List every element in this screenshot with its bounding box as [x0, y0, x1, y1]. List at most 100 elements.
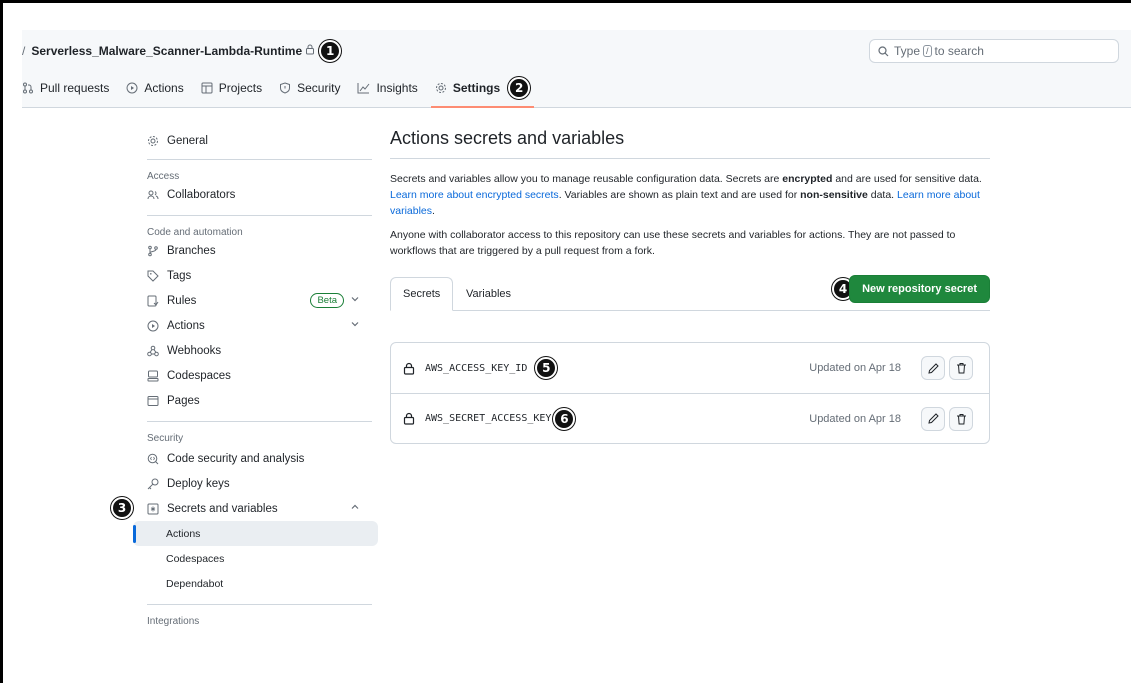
gear-icon	[435, 83, 446, 93]
tab-label: Insights	[376, 81, 418, 95]
trash-icon	[956, 363, 966, 374]
sidebar-divider	[147, 604, 372, 605]
sidebar-item-secrets-and-variables[interactable]: 3 Secrets and variables	[111, 496, 378, 521]
sidebar-item-rules[interactable]: Rules Beta	[133, 288, 378, 313]
table-icon	[201, 82, 213, 94]
private-lock-icon	[305, 44, 315, 58]
secrets-list: AWS_ACCESS_KEY_ID 5 Updated on Apr 18 AW…	[390, 342, 990, 444]
edit-secret-button[interactable]	[921, 356, 945, 380]
browser-icon	[147, 395, 159, 406]
sidebar-divider	[147, 421, 372, 422]
delete-secret-button[interactable]	[949, 406, 973, 431]
sidebar-heading-security: Security	[147, 433, 184, 444]
secrets-variables-tabs: Secrets Variables 4 New repository secre…	[390, 275, 990, 311]
gear-icon	[148, 135, 158, 146]
tab-actions[interactable]: Actions	[126, 76, 184, 100]
graph-icon	[357, 83, 370, 94]
tab-label: Security	[297, 81, 341, 95]
main-content: Actions secrets and variables Secrets an…	[390, 128, 990, 444]
play-icon	[147, 320, 159, 331]
sidebar-item-codespaces[interactable]: Codespaces	[133, 363, 378, 388]
tab-settings[interactable]: Settings 2	[430, 76, 535, 108]
webhook-icon	[147, 345, 159, 356]
sidebar-item-label: Actions	[167, 319, 205, 332]
sidebar-item-label: Collaborators	[167, 188, 236, 201]
annotation-badge-2: 2	[508, 77, 531, 99]
annotation-badge-6: 6	[553, 407, 576, 430]
repo-name-link[interactable]: Serverless_Malware_Scanner-Lambda-Runtim…	[31, 44, 302, 58]
sidebar-item-actions[interactable]: Actions	[133, 313, 378, 338]
people-icon	[147, 190, 159, 199]
sidebar-subitem-actions[interactable]: Actions	[133, 521, 378, 546]
edit-secret-button[interactable]	[921, 406, 945, 431]
sidebar-item-label: Rules	[167, 294, 197, 307]
tab-variables[interactable]: Variables	[454, 277, 523, 311]
sidebar-item-label: Webhooks	[167, 344, 222, 357]
intro-emphasis-encrypted: encrypted	[782, 173, 833, 185]
new-repository-secret-button[interactable]: New repository secret	[849, 275, 990, 303]
sidebar-item-deploy-keys[interactable]: Deploy keys	[133, 471, 378, 496]
sidebar-item-tags[interactable]: Tags	[133, 263, 378, 288]
sidebar-subitem-dependabot[interactable]: Dependabot	[133, 571, 378, 596]
chevron-down-icon[interactable]	[350, 294, 368, 307]
sidebar-item-general[interactable]: General	[133, 128, 378, 153]
pencil-icon	[927, 413, 939, 424]
tab-label: Pull requests	[40, 81, 110, 95]
rules-icon	[147, 295, 159, 306]
sidebar-item-label: Tags	[167, 269, 192, 282]
secret-name: AWS_ACCESS_KEY_ID	[425, 362, 528, 374]
repo-slash: /	[22, 44, 26, 58]
sidebar-item-label: Code security and analysis	[167, 452, 305, 465]
delete-secret-button[interactable]	[949, 356, 973, 380]
codespaces-icon	[147, 370, 159, 381]
chevron-down-icon[interactable]	[350, 319, 368, 332]
secret-name: AWS_SECRET_ACCESS_KEY	[425, 413, 552, 424]
sidebar-item-collaborators[interactable]: Collaborators	[133, 182, 378, 207]
tab-insights[interactable]: Insights	[357, 76, 418, 100]
sidebar-item-label: Codespaces	[167, 369, 231, 382]
tab-secrets[interactable]: Secrets	[390, 277, 454, 311]
intro-emphasis-non-sensitive: non-sensitive	[800, 189, 868, 201]
search-placeholder-pre: Type	[894, 44, 921, 58]
secret-updated: Updated on Apr 18	[809, 362, 901, 374]
tab-pull-requests[interactable]: Pull requests	[22, 76, 109, 100]
page-title: Actions secrets and variables	[390, 128, 990, 159]
sidebar-heading-integrations: Integrations	[147, 616, 200, 627]
access-paragraph: Anyone with collaborator access to this …	[390, 229, 956, 257]
asterisk-box-icon	[147, 503, 159, 514]
codescan-icon	[147, 453, 159, 464]
sidebar-item-pages[interactable]: Pages	[133, 388, 378, 413]
learn-encrypted-secrets-link[interactable]: Learn more about encrypted secrets	[390, 189, 559, 201]
tab-label: Projects	[218, 81, 263, 95]
search-icon	[878, 45, 889, 57]
tab-security[interactable]: Security	[279, 76, 340, 100]
intro-text-2: and are used for sensitive data.	[832, 173, 982, 185]
chevron-up-icon[interactable]	[350, 502, 368, 515]
sidebar-item-webhooks[interactable]: Webhooks	[133, 338, 378, 363]
sidebar-item-label: General	[167, 134, 208, 147]
intro-text-5: .	[432, 205, 435, 217]
secret-row: AWS_SECRET_ACCESS_KEY 6 Updated on Apr 1…	[391, 393, 989, 443]
annotation-badge-1: 1	[319, 40, 342, 62]
sidebar-divider	[147, 159, 372, 160]
key-icon	[147, 478, 159, 489]
repo-header: / Serverless_Malware_Scanner-Lambda-Runt…	[22, 30, 1131, 108]
intro-text-3: . Variables are shown as plain text and …	[558, 189, 801, 201]
shield-icon	[280, 82, 291, 94]
sidebar-item-branches[interactable]: Branches	[133, 238, 378, 263]
sidebar-heading-access: Access	[147, 171, 180, 182]
branch-icon	[148, 245, 158, 256]
sidebar-item-label: Secrets and variables	[167, 502, 278, 515]
sidebar-item-label: Deploy keys	[167, 477, 230, 490]
intro-paragraph: Secrets and variables allow you to manag…	[390, 171, 990, 219]
sidebar-item-code-security[interactable]: Code security and analysis	[133, 446, 378, 471]
tab-projects[interactable]: Projects	[201, 76, 262, 100]
intro-text-4: data.	[867, 189, 898, 201]
sidebar-subitem-codespaces[interactable]: Codespaces	[133, 546, 378, 571]
secret-row: AWS_ACCESS_KEY_ID 5 Updated on Apr 18	[391, 343, 989, 393]
search-placeholder-post: to search	[934, 44, 984, 58]
pull-request-icon	[23, 82, 33, 94]
secret-updated: Updated on Apr 18	[809, 412, 901, 425]
tab-label: Actions	[144, 81, 184, 95]
search-input[interactable]: Type / to search	[869, 39, 1119, 63]
